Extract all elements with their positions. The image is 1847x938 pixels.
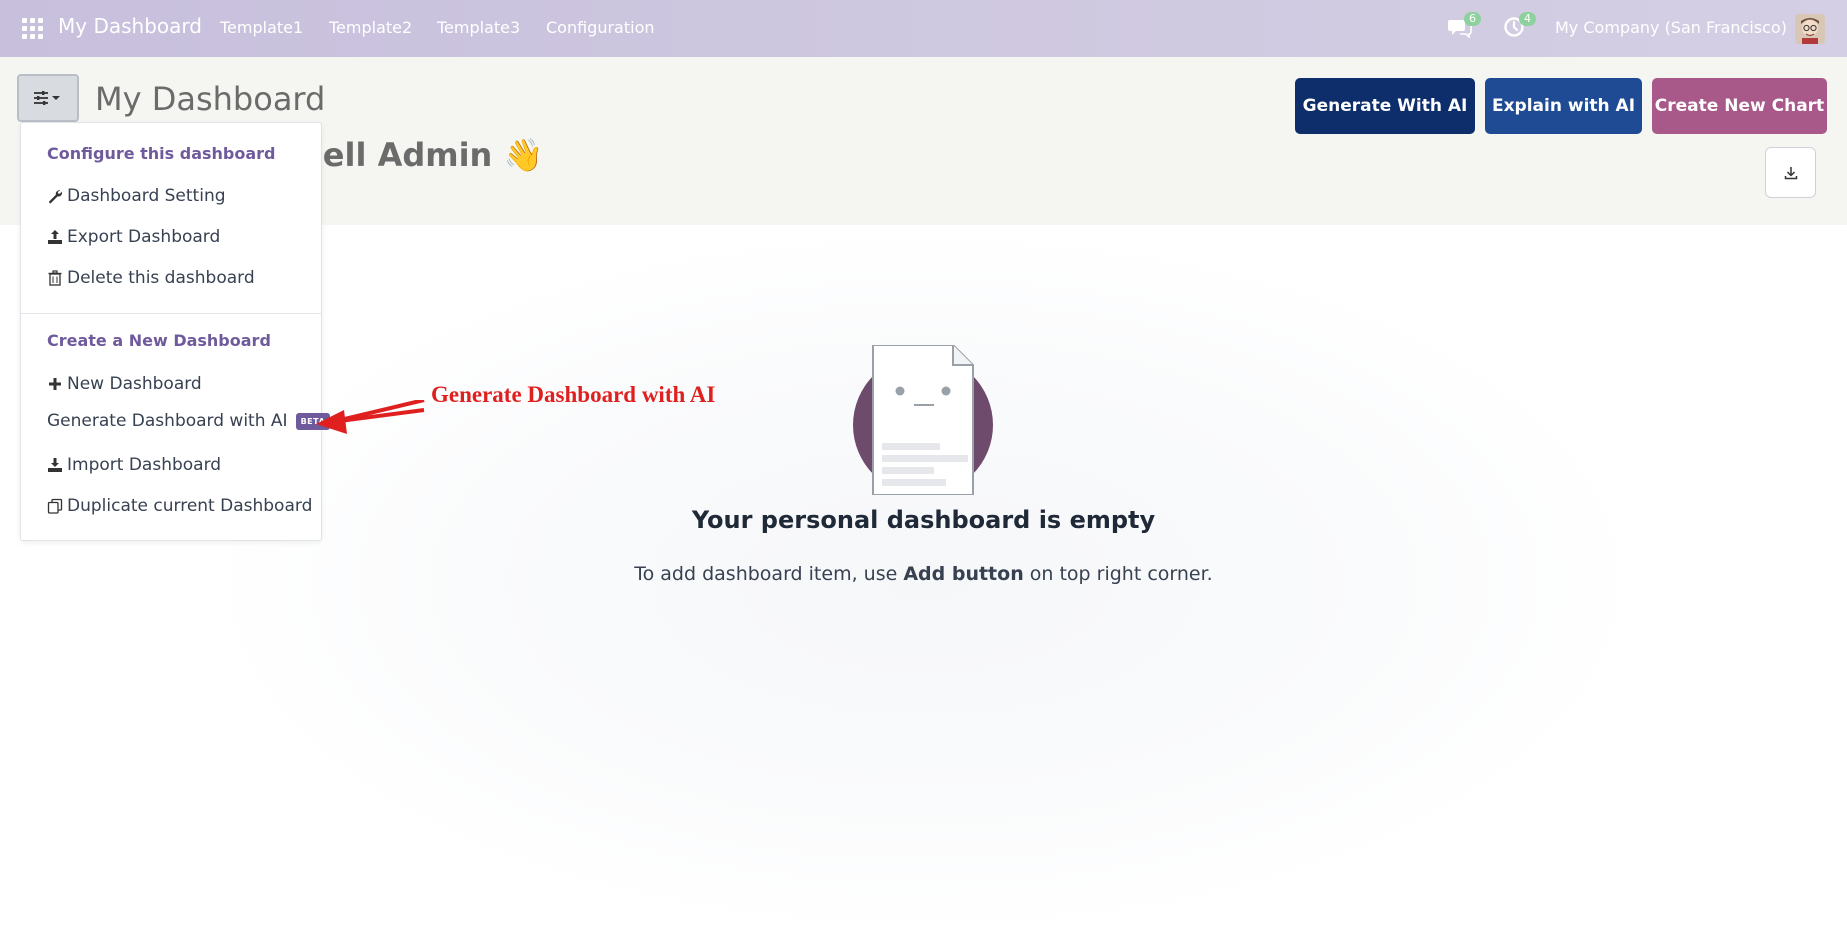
activities-button[interactable]: 4	[1503, 12, 1536, 40]
explain-with-ai-button[interactable]: Explain with AI	[1485, 78, 1642, 134]
company-switcher[interactable]: My Company (San Francisco)	[1555, 18, 1787, 37]
new-dashboard-item[interactable]: New Dashboard	[47, 374, 202, 394]
wrench-icon	[49, 190, 63, 204]
duplicate-dashboard-item[interactable]: Duplicate current Dashboard	[47, 496, 312, 516]
menu-template1[interactable]: Template1	[220, 18, 303, 37]
import-dashboard-item[interactable]: Import Dashboard	[47, 455, 221, 475]
dashboard-config-button[interactable]	[17, 74, 79, 122]
greeting-text: hell Admin 👋	[300, 136, 544, 174]
empty-dashboard-illustration	[850, 344, 1000, 496]
delete-dashboard-label: Delete this dashboard	[67, 268, 255, 288]
empty-sub-after: on top right corner.	[1023, 563, 1213, 585]
empty-sub-before: To add dashboard item, use	[634, 563, 904, 585]
empty-sub-bold: Add button	[903, 563, 1024, 585]
download-tray-icon	[48, 458, 62, 472]
apps-grid-icon[interactable]	[22, 18, 43, 39]
dashboard-setting-item[interactable]: Dashboard Setting	[47, 186, 226, 206]
duplicate-dashboard-label: Duplicate current Dashboard	[67, 496, 313, 516]
generate-dashboard-ai-label: Generate Dashboard with AI	[47, 411, 288, 431]
generate-dashboard-ai-item[interactable]: Generate Dashboard with AI BETA	[47, 411, 331, 431]
dashboard-setting-label: Dashboard Setting	[67, 186, 226, 206]
messages-count-badge: 6	[1464, 12, 1481, 26]
top-navbar: My Dashboard Template1 Template2 Templat…	[0, 0, 1847, 57]
plus-icon	[49, 378, 61, 390]
download-icon	[1784, 166, 1797, 179]
upload-icon	[48, 230, 62, 244]
menu-template3[interactable]: Template3	[437, 18, 520, 37]
page-title: My Dashboard	[95, 80, 326, 118]
dashboard-config-dropdown: Configure this dashboard Dashboard Setti…	[20, 122, 331, 541]
create-section-title: Create a New Dashboard	[47, 331, 271, 350]
menu-configuration[interactable]: Configuration	[546, 18, 655, 37]
app-brand[interactable]: My Dashboard	[58, 14, 202, 38]
download-button[interactable]	[1765, 147, 1816, 198]
export-dashboard-label: Export Dashboard	[67, 227, 221, 247]
new-dashboard-label: New Dashboard	[67, 374, 202, 394]
sliders-icon	[34, 91, 60, 105]
empty-state-subtitle: To add dashboard item, use Add button on…	[0, 563, 1847, 585]
dropdown-divider	[21, 313, 321, 314]
delete-dashboard-item[interactable]: Delete this dashboard	[47, 268, 255, 288]
create-new-chart-button[interactable]: Create New Chart	[1652, 78, 1827, 134]
trash-icon	[48, 270, 62, 286]
messages-button[interactable]: 6	[1448, 12, 1481, 40]
annotation-label: Generate Dashboard with AI	[431, 382, 716, 407]
configure-section-title: Configure this dashboard	[47, 144, 276, 163]
annotation-arrow-icon	[316, 400, 425, 434]
import-dashboard-label: Import Dashboard	[67, 455, 222, 475]
avatar[interactable]	[1795, 14, 1825, 44]
activities-count-badge: 4	[1519, 12, 1536, 26]
menu-template2[interactable]: Template2	[329, 18, 412, 37]
generate-with-ai-button[interactable]: Generate With AI	[1295, 78, 1475, 134]
export-dashboard-item[interactable]: Export Dashboard	[47, 227, 220, 247]
copy-icon	[47, 498, 63, 514]
